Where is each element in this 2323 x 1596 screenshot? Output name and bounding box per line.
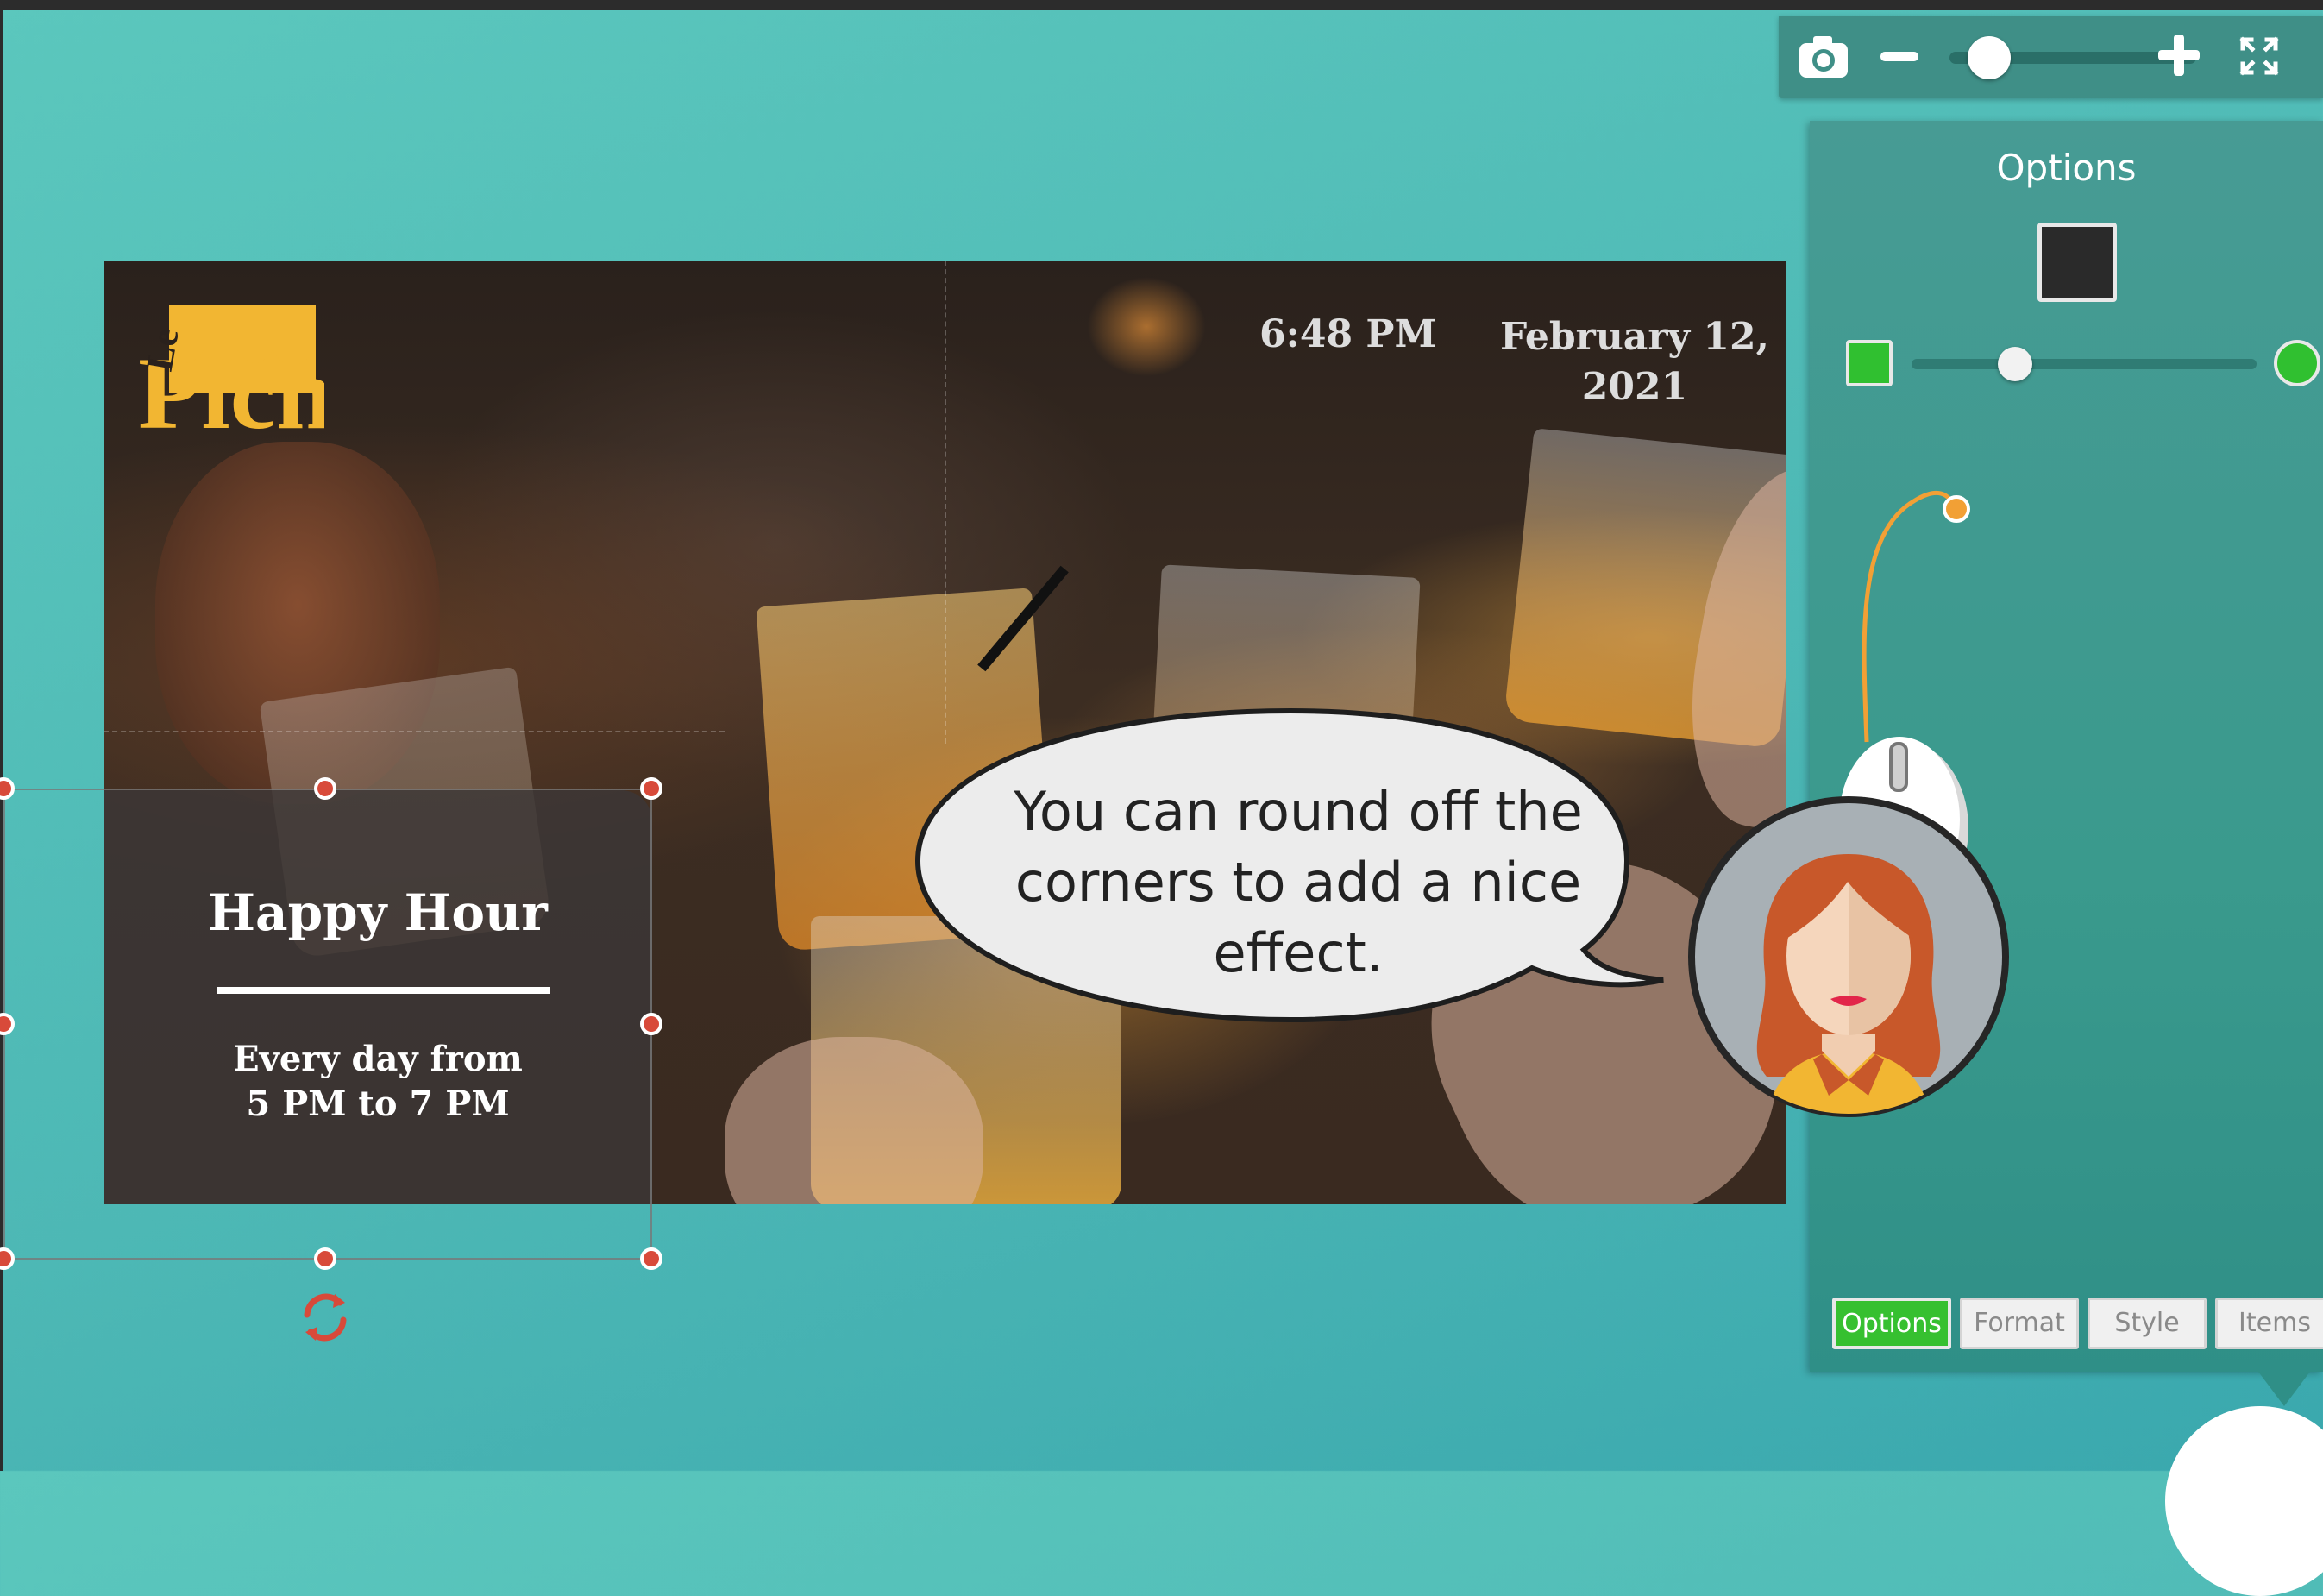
window-top-border bbox=[0, 0, 2323, 10]
resize-handle-top-right[interactable] bbox=[640, 777, 662, 800]
alignment-guide-vertical bbox=[945, 261, 946, 744]
tutorial-avatar bbox=[1684, 792, 2013, 1122]
panel-title: Options bbox=[1996, 147, 2137, 189]
date-widget[interactable]: February 12, 2021 bbox=[1492, 312, 1777, 412]
clock-widget[interactable]: 6:48 PM bbox=[1259, 312, 1436, 356]
brand-logo[interactable]: Pichet Le bbox=[135, 298, 414, 450]
logo-text-small: Le bbox=[138, 325, 187, 374]
options-panel: Options Options Format Style Items bbox=[1810, 121, 2323, 1372]
zoom-slider-handle[interactable] bbox=[1968, 36, 2012, 79]
tab-options[interactable]: Options bbox=[1832, 1298, 1951, 1349]
title-divider bbox=[217, 987, 550, 994]
resize-handle-bottom[interactable] bbox=[314, 1247, 336, 1270]
tutorial-text: You can round off the corners to add a n… bbox=[949, 776, 1648, 989]
tab-format[interactable]: Format bbox=[1960, 1298, 2079, 1349]
camera-icon[interactable] bbox=[1798, 35, 1849, 79]
details-line-1: Every day from bbox=[233, 1039, 523, 1079]
tutorial-line-2: corners to add a nice bbox=[1014, 851, 1582, 914]
tab-style[interactable]: Style bbox=[2088, 1298, 2207, 1349]
view-toolbar bbox=[1779, 16, 2323, 98]
details-line-2: 5 PM to 7 PM bbox=[246, 1084, 510, 1124]
resize-handle-right[interactable] bbox=[640, 1013, 662, 1035]
photo-hand bbox=[725, 1037, 983, 1204]
resize-handle-bottom-left[interactable] bbox=[0, 1247, 15, 1270]
rotate-icon[interactable] bbox=[297, 1289, 354, 1346]
corner-radius-slider[interactable] bbox=[1912, 359, 2257, 369]
resize-handle-bottom-right[interactable] bbox=[640, 1247, 662, 1270]
corner-bubble bbox=[2165, 1406, 2323, 1596]
happy-hour-title: Happy Hour bbox=[208, 883, 548, 942]
tutorial-line-3: effect. bbox=[1213, 921, 1384, 984]
resize-handle-top-left[interactable] bbox=[0, 777, 15, 800]
round-corner-icon[interactable] bbox=[2274, 340, 2320, 386]
resize-handle-left[interactable] bbox=[0, 1013, 15, 1035]
alignment-guide-horizontal bbox=[104, 731, 725, 732]
color-swatch[interactable] bbox=[2037, 223, 2117, 302]
date-line-2: 2021 bbox=[1581, 365, 1688, 409]
zoom-in-icon[interactable] bbox=[2158, 35, 2200, 76]
panel-pointer bbox=[2258, 1372, 2310, 1406]
happy-hour-textbox[interactable]: Happy Hour Every day from 5 PM to 7 PM bbox=[104, 790, 652, 1204]
zoom-out-icon[interactable] bbox=[1880, 52, 1918, 61]
fullscreen-icon[interactable] bbox=[2239, 36, 2279, 76]
tab-items[interactable]: Items bbox=[2215, 1298, 2323, 1349]
date-line-1: February 12, bbox=[1500, 315, 1769, 359]
tutorial-line-1: You can round off the bbox=[1014, 780, 1583, 843]
happy-hour-details: Every day from 5 PM to 7 PM bbox=[104, 1037, 652, 1127]
resize-handle-top[interactable] bbox=[314, 777, 336, 800]
